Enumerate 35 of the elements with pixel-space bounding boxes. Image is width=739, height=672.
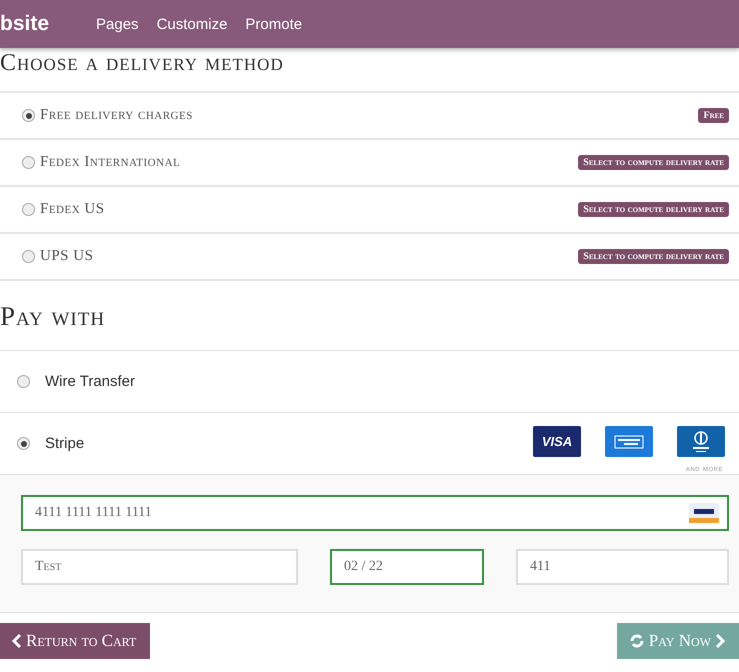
radio-button[interactable] — [22, 109, 35, 122]
radio-button[interactable] — [17, 375, 30, 388]
chevron-right-icon — [715, 634, 725, 648]
chevron-left-icon — [12, 634, 22, 648]
input-field[interactable]: 411 — [516, 549, 729, 585]
return-to-cart-button[interactable]: Return to Cart — [0, 623, 150, 659]
price-badge: Free — [698, 108, 729, 123]
refresh-icon — [628, 633, 645, 649]
delivery-method-label: Fedex International — [40, 154, 182, 171]
input-field[interactable]: Test — [21, 549, 298, 585]
delivery-method-label: UPS US — [40, 248, 94, 265]
delivery-method-label: Fedex US — [40, 201, 106, 218]
card-icon — [689, 503, 719, 523]
menu-item[interactable]: Pages — [96, 16, 139, 32]
payment-method-label: Stripe — [45, 435, 84, 452]
section-heading: Choose a delivery method — [0, 49, 285, 78]
visa-card-logo: VISA — [533, 426, 581, 457]
payment-method-label: Wire Transfer — [45, 373, 136, 390]
radio-button[interactable] — [22, 156, 35, 169]
delivery-method-label: Free delivery charges — [40, 107, 194, 124]
price-badge: Select to compute delivery rate — [578, 202, 729, 217]
section-heading: Pay with — [0, 300, 106, 333]
brand-name[interactable]: bsite — [0, 12, 50, 36]
menu-item[interactable]: Customize — [156, 16, 228, 32]
radio-button[interactable] — [17, 437, 30, 450]
card-logo-icon — [677, 426, 725, 457]
radio-button[interactable] — [22, 250, 35, 263]
input-field[interactable]: 02 / 22 — [330, 549, 484, 585]
card-number-field[interactable]: 4111 1111 1111 1111 — [21, 495, 729, 531]
card-logo-icon — [605, 426, 653, 457]
radio-button[interactable] — [22, 203, 35, 216]
price-badge: Select to compute delivery rate — [578, 155, 729, 170]
menu-item[interactable]: Promote — [245, 16, 302, 32]
price-badge: Select to compute delivery rate — [578, 249, 729, 264]
and-more-label: and more — [686, 463, 723, 473]
